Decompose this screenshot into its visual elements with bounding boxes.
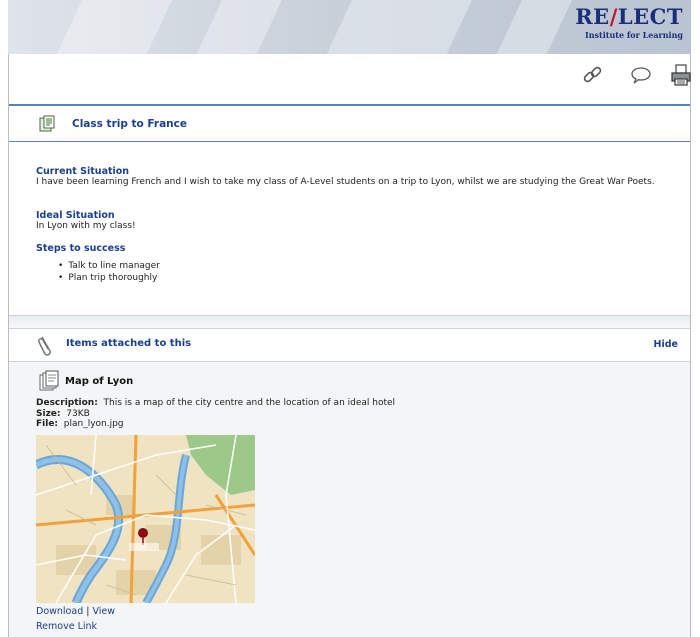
paperclip-icon <box>37 334 53 359</box>
steps-heading: Steps to success <box>36 243 126 254</box>
printer-icon[interactable] <box>669 64 693 86</box>
list-item: Plan trip thoroughly <box>58 272 666 284</box>
plan-content: Current Situation I have been learning F… <box>9 166 690 306</box>
attachment-item: Map of Lyon Description: This is a map o… <box>9 362 690 637</box>
current-situation-text: I have been learning French and I wish t… <box>36 177 655 187</box>
attachment-description: This is a map of the city centre and the… <box>103 398 396 408</box>
attachment-filename: plan_lyon.jpg <box>63 419 124 429</box>
download-link[interactable]: Download <box>36 606 83 617</box>
divider <box>9 104 690 106</box>
link-icon[interactable] <box>581 64 605 86</box>
brand-tagline: Institute for Learning <box>584 30 683 40</box>
toolbar <box>9 54 693 96</box>
brand-logo[interactable]: RE/LECT Institute for Learning <box>575 6 683 41</box>
attachments-header: Items attached to this Hide <box>9 329 690 362</box>
header-banner: RE/LECT Institute for Learning <box>8 0 691 54</box>
attachment-actions: Download | View <box>36 606 116 617</box>
list-item: Talk to line manager <box>58 260 666 272</box>
divider <box>9 141 690 142</box>
page-title: Class trip to France <box>72 118 187 130</box>
attachment-size: 73KB <box>66 408 90 419</box>
document-stack-icon <box>38 370 60 395</box>
attachment-title: Map of Lyon <box>65 376 134 387</box>
section-separator <box>9 315 690 329</box>
view-link[interactable]: View <box>93 606 116 617</box>
comment-icon[interactable] <box>629 64 653 86</box>
document-icon <box>38 115 56 136</box>
plan-header: Class trip to France <box>9 108 690 140</box>
map-image[interactable] <box>36 435 255 603</box>
remove-link[interactable]: Remove Link <box>36 621 97 632</box>
attachments-heading: Items attached to this <box>66 338 192 349</box>
attachment-meta: Description: This is a map of the city c… <box>36 398 396 429</box>
ideal-situation-text: In Lyon with my class! <box>36 221 136 231</box>
hide-link[interactable]: Hide <box>654 339 678 350</box>
ideal-situation-heading: Ideal Situation <box>36 210 115 221</box>
current-situation-heading: Current Situation <box>36 166 130 177</box>
steps-list: Talk to line manager Plan trip thoroughl… <box>58 260 666 284</box>
